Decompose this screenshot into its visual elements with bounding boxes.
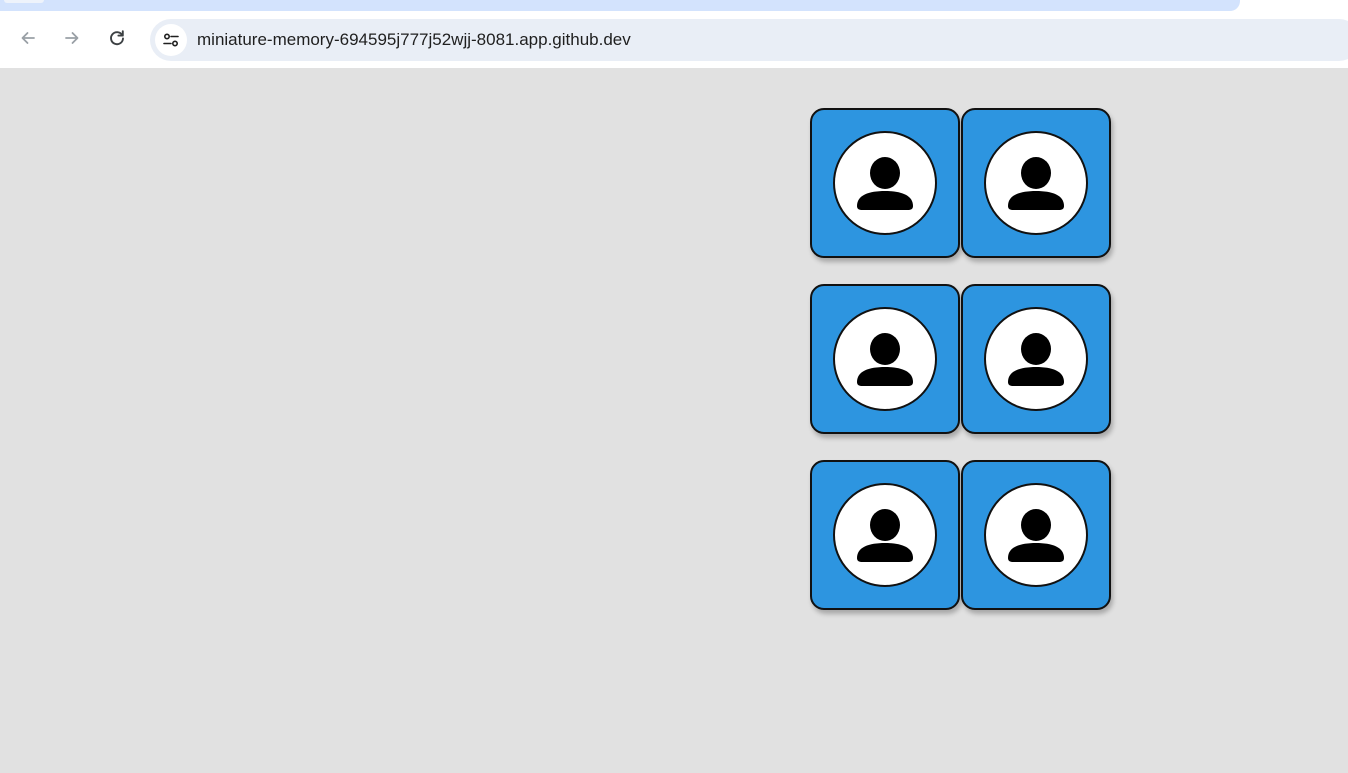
address-bar[interactable]: miniature-memory-694595j777j52wjj-8081.a… [150, 19, 1348, 61]
reload-button[interactable] [101, 22, 133, 54]
arrow-right-icon [65, 32, 79, 44]
memory-card[interactable] [961, 460, 1111, 610]
avatar [833, 483, 937, 587]
url-text[interactable]: miniature-memory-694595j777j52wjj-8081.a… [197, 19, 631, 61]
avatar [984, 483, 1088, 587]
memory-card-grid [810, 108, 1111, 610]
browser-toolbar: miniature-memory-694595j777j52wjj-8081.a… [0, 12, 1348, 68]
person-icon [857, 157, 913, 210]
site-info-button[interactable] [155, 24, 187, 56]
page-viewport [0, 68, 1348, 773]
tune-icon [163, 33, 179, 47]
person-icon [1008, 509, 1064, 562]
memory-card[interactable] [810, 108, 960, 258]
avatar [833, 307, 937, 411]
reload-icon [110, 30, 124, 46]
person-icon [1008, 333, 1064, 386]
avatar [984, 307, 1088, 411]
tab-strip-band [0, 0, 1240, 11]
avatar [984, 131, 1088, 235]
arrow-left-icon [21, 32, 35, 44]
memory-card[interactable] [810, 284, 960, 434]
memory-card[interactable] [961, 284, 1111, 434]
tab-strip [0, 0, 1348, 12]
avatar [833, 131, 937, 235]
memory-card[interactable] [810, 460, 960, 610]
person-icon [1008, 157, 1064, 210]
memory-card[interactable] [961, 108, 1111, 258]
person-icon [857, 333, 913, 386]
person-icon [857, 509, 913, 562]
browser-tab[interactable] [4, 0, 44, 3]
forward-button[interactable] [56, 22, 88, 54]
back-button[interactable] [12, 22, 44, 54]
